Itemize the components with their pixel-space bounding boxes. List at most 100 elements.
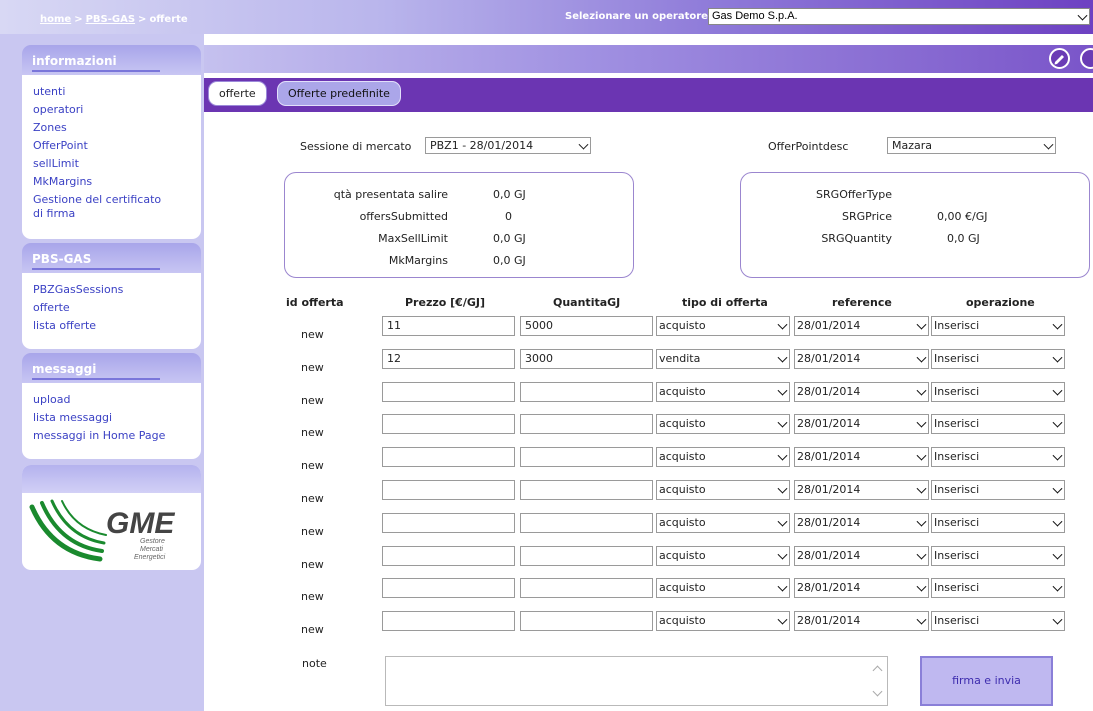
reference-select[interactable]: 28/01/2014: [794, 316, 929, 336]
session-value: PBZ1 - 28/01/2014: [430, 139, 534, 152]
operation-select-value: Inserisci: [934, 549, 980, 562]
sidebar-title-informazioni: informazioni: [32, 54, 160, 72]
sidebar-item-utenti[interactable]: utenti: [22, 83, 201, 101]
offer-id: new: [301, 623, 324, 636]
offer-type-select[interactable]: acquisto: [656, 447, 790, 467]
offer-type-select[interactable]: acquisto: [656, 578, 790, 598]
offer-type-select[interactable]: vendita: [656, 349, 790, 369]
chevron-down-icon: [1052, 516, 1063, 527]
help-icon[interactable]: [1080, 48, 1093, 69]
note-textarea[interactable]: [385, 656, 888, 706]
chevron-down-icon: [1052, 581, 1063, 592]
offer-type-select[interactable]: acquisto: [656, 316, 790, 336]
sidebar-item-selllimit[interactable]: sellLimit: [22, 155, 201, 173]
reference-select-value: 28/01/2014: [797, 483, 861, 496]
operation-select[interactable]: Inserisci: [931, 316, 1065, 336]
sidebar-item-zones[interactable]: Zones: [22, 119, 201, 137]
quantity-input[interactable]: 3000: [520, 349, 653, 369]
offer-type-select-value: acquisto: [659, 516, 706, 529]
operation-select-value: Inserisci: [934, 483, 980, 496]
chevron-down-icon: [1052, 483, 1063, 494]
session-select[interactable]: PBZ1 - 28/01/2014: [425, 137, 591, 154]
price-input[interactable]: 12: [382, 349, 515, 369]
reference-select-value: 28/01/2014: [797, 417, 861, 430]
breadcrumb-section-link[interactable]: PBS-GAS: [86, 14, 135, 25]
sidebar-item-operatori[interactable]: operatori: [22, 101, 201, 119]
sidebar-item-messaggi-home[interactable]: messaggi in Home Page: [22, 427, 201, 445]
offer-type-select[interactable]: acquisto: [656, 546, 790, 566]
chevron-down-icon: [1052, 385, 1063, 396]
operation-select[interactable]: Inserisci: [931, 546, 1065, 566]
gme-logo: GME Gestore Mercati Energetici: [29, 499, 175, 562]
quantity-input[interactable]: [520, 382, 653, 402]
sign-and-send-button[interactable]: firma e invia: [920, 656, 1053, 706]
reference-select[interactable]: 28/01/2014: [794, 546, 929, 566]
sidebar-item-certificato[interactable]: Gestione del certificato di firma: [22, 193, 172, 221]
operation-select-value: Inserisci: [934, 581, 980, 594]
scroll-up-icon[interactable]: [872, 665, 883, 676]
reference-select[interactable]: 28/01/2014: [794, 447, 929, 467]
reference-select[interactable]: 28/01/2014: [794, 414, 929, 434]
operation-select-value: Inserisci: [934, 516, 980, 529]
reference-select[interactable]: 28/01/2014: [794, 480, 929, 500]
price-input[interactable]: [382, 382, 515, 402]
operation-select[interactable]: Inserisci: [931, 480, 1065, 500]
chevron-down-icon: [916, 352, 927, 363]
summary-left-value: 0,0 GJ: [493, 188, 526, 201]
reference-select[interactable]: 28/01/2014: [794, 578, 929, 598]
sidebar-item-offerpoint[interactable]: OfferPoint: [22, 137, 201, 155]
offerpoint-select[interactable]: Mazara: [887, 137, 1056, 154]
sidebar-item-upload[interactable]: upload: [22, 391, 201, 409]
sidebar-item-lista-messaggi[interactable]: lista messaggi: [22, 409, 201, 427]
reference-select[interactable]: 28/01/2014: [794, 349, 929, 369]
quantity-input[interactable]: [520, 414, 653, 434]
reference-select[interactable]: 28/01/2014: [794, 513, 929, 533]
quantity-input[interactable]: [520, 546, 653, 566]
offer-type-select[interactable]: acquisto: [656, 382, 790, 402]
offer-type-select[interactable]: acquisto: [656, 513, 790, 533]
scroll-down-icon[interactable]: [872, 686, 883, 697]
tab-offerte[interactable]: offerte: [208, 81, 267, 106]
sidebar-item-lista-offerte[interactable]: lista offerte: [22, 317, 201, 335]
breadcrumb-home-link[interactable]: home: [40, 14, 71, 25]
operation-select[interactable]: Inserisci: [931, 414, 1065, 434]
quantity-input[interactable]: 5000: [520, 316, 653, 336]
offer-type-select[interactable]: acquisto: [656, 414, 790, 434]
quantity-input[interactable]: [520, 480, 653, 500]
operation-select[interactable]: Inserisci: [931, 578, 1065, 598]
sidebar-item-mkmargins[interactable]: MkMargins: [22, 173, 201, 191]
edit-icon[interactable]: [1049, 48, 1070, 69]
operator-value: Gas Demo S.p.A.: [712, 10, 798, 22]
offer-type-select[interactable]: acquisto: [656, 480, 790, 500]
operation-select-value: Inserisci: [934, 450, 980, 463]
tab-offerte-predefinite[interactable]: Offerte predefinite: [277, 81, 401, 106]
reference-select[interactable]: 28/01/2014: [794, 611, 929, 631]
price-input[interactable]: [382, 447, 515, 467]
sidebar-item-pbzgassessions[interactable]: PBZGasSessions: [22, 281, 201, 299]
reference-select-value: 28/01/2014: [797, 614, 861, 627]
price-input[interactable]: [382, 414, 515, 434]
offer-type-select[interactable]: acquisto: [656, 611, 790, 631]
price-input[interactable]: [382, 578, 515, 598]
price-input[interactable]: [382, 480, 515, 500]
operation-select[interactable]: Inserisci: [931, 447, 1065, 467]
operation-select[interactable]: Inserisci: [931, 611, 1065, 631]
note-label: note: [302, 657, 327, 670]
operator-select[interactable]: Gas Demo S.p.A.: [708, 8, 1090, 25]
summary-left-label: qtà presentata salire: [333, 188, 448, 201]
quantity-input[interactable]: [520, 578, 653, 598]
offer-type-select-value: acquisto: [659, 450, 706, 463]
price-input[interactable]: 11: [382, 316, 515, 336]
reference-select[interactable]: 28/01/2014: [794, 382, 929, 402]
operation-select[interactable]: Inserisci: [931, 513, 1065, 533]
quantity-input[interactable]: [520, 447, 653, 467]
price-input[interactable]: [382, 611, 515, 631]
column-header-operation: operazione: [966, 296, 1035, 309]
sidebar-item-offerte[interactable]: offerte: [22, 299, 201, 317]
quantity-input[interactable]: [520, 611, 653, 631]
operation-select[interactable]: Inserisci: [931, 349, 1065, 369]
price-input[interactable]: [382, 546, 515, 566]
price-input[interactable]: [382, 513, 515, 533]
quantity-input[interactable]: [520, 513, 653, 533]
operation-select[interactable]: Inserisci: [931, 382, 1065, 402]
